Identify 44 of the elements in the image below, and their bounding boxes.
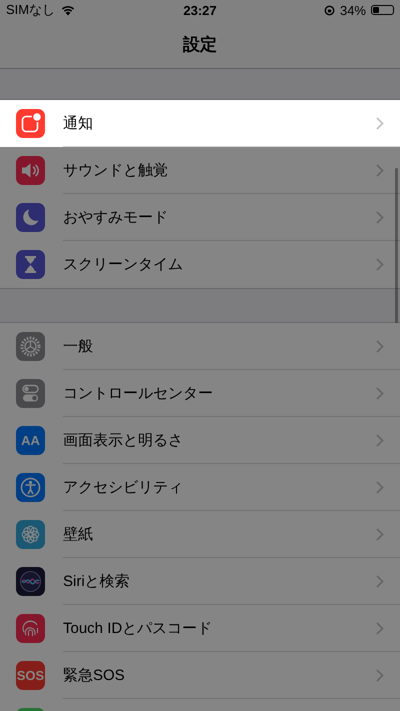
moon-icon [16, 203, 45, 232]
battery-icon [371, 5, 394, 15]
chevron-icon [376, 116, 384, 130]
carrier-label: SIMなし [6, 1, 56, 19]
row-label: アクセシビリティ [63, 478, 183, 496]
toggles-icon [16, 379, 45, 408]
hourglass-icon [16, 250, 45, 279]
settings-row[interactable]: 通知 [0, 100, 400, 147]
chevron-icon [376, 574, 384, 588]
battery-percent: 34% [340, 2, 366, 18]
row-label: 壁紙 [63, 524, 93, 544]
row-label: おやすみモード [63, 208, 168, 226]
chevron-icon [376, 164, 384, 176]
chevron-icon [376, 622, 384, 634]
row-label: 一般 [63, 336, 93, 356]
row-label: Touch IDとパスコード [63, 618, 212, 638]
clock-time: 23:27 [183, 2, 217, 18]
rotation-lock-icon [324, 4, 335, 16]
row-label: 画面表示と明るさ [63, 430, 183, 450]
row-label: Siriと検索 [63, 572, 130, 590]
row-label: スクリーンタイム [63, 255, 183, 274]
screen-title: 設定 [183, 34, 217, 56]
notification-icon [16, 109, 45, 138]
chevron-icon [376, 258, 384, 271]
siri-icon [16, 567, 45, 596]
chevron-icon [376, 480, 384, 494]
flower-icon [16, 520, 45, 549]
chevron-icon [376, 528, 384, 540]
fingerprint-icon [16, 614, 45, 643]
row-label: コントロールセンター [63, 384, 213, 402]
wifi-icon [60, 4, 76, 16]
chevron-icon [376, 434, 384, 446]
chevron-icon [376, 340, 384, 352]
speaker-icon [16, 156, 45, 185]
row-label: サウンドと触覚 [63, 160, 168, 180]
gear-icon [16, 332, 45, 361]
chevron-icon [376, 386, 384, 400]
row-label: 緊急SOS [63, 666, 125, 684]
chevron-icon [376, 210, 384, 224]
icon-label: SOS [16, 668, 44, 683]
row-label: 通知 [63, 114, 93, 132]
icon-label: AA [21, 433, 40, 448]
person-icon [16, 473, 45, 502]
chevron-icon [376, 668, 384, 682]
